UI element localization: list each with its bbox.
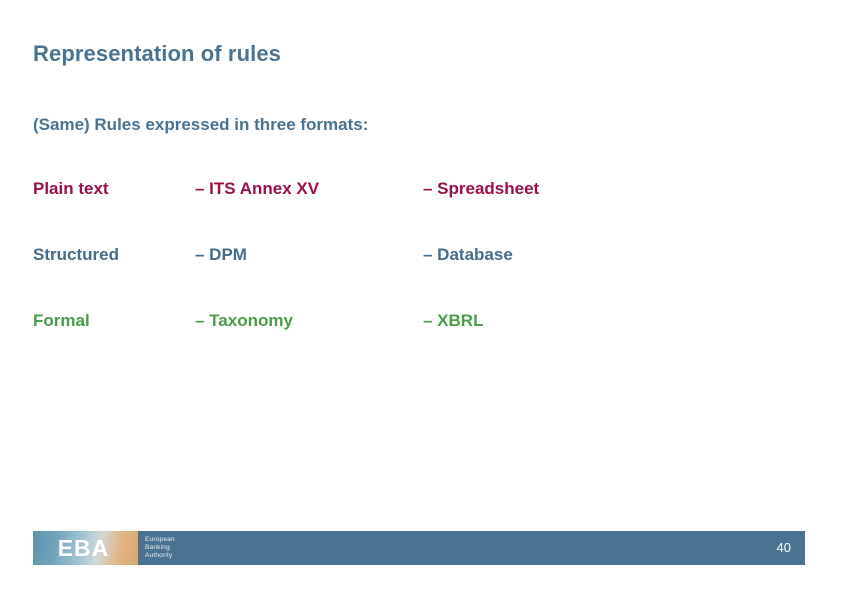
slide-subtitle: (Same) Rules expressed in three formats: — [33, 115, 369, 134]
eba-logo-line-1: European — [145, 536, 175, 543]
rule-level-cell: Plain text — [33, 179, 109, 198]
rule-model-cell: – Taxonomy — [195, 311, 293, 330]
eba-logo-text: EBA — [57, 534, 110, 561]
rule-format-cell: – Database — [423, 245, 513, 264]
footer-bar: EBA European Banking Authority 40 — [33, 531, 805, 565]
eba-logo-mark: EBA — [33, 531, 138, 565]
table-row: Formal – Taxonomy – XBRL — [33, 310, 733, 376]
rule-model-cell: – DPM — [195, 245, 247, 264]
page-number: 40 — [776, 540, 791, 555]
eba-logo-wordmark: European Banking Authority — [138, 536, 175, 560]
rule-format-cell: – XBRL — [423, 311, 484, 330]
rule-format-cell: – Spreadsheet — [423, 179, 540, 198]
page-title: Representation of rules — [33, 41, 282, 66]
rule-level-cell: Structured — [33, 245, 119, 264]
eba-logo-line-3: Authority — [145, 552, 173, 559]
rule-level-cell: Formal — [33, 311, 90, 330]
table-row: Plain text – ITS Annex XV – Spreadsheet — [33, 178, 733, 244]
rules-table: Plain text – ITS Annex XV – Spreadsheet … — [33, 178, 733, 376]
table-row: Structured – DPM – Database — [33, 244, 733, 310]
rule-model-cell: – ITS Annex XV — [195, 179, 320, 198]
slide-canvas: Representation of rules (Same) Rules exp… — [0, 0, 842, 595]
eba-logo: EBA European Banking Authority — [33, 531, 201, 565]
eba-logo-line-2: Banking — [145, 544, 170, 551]
